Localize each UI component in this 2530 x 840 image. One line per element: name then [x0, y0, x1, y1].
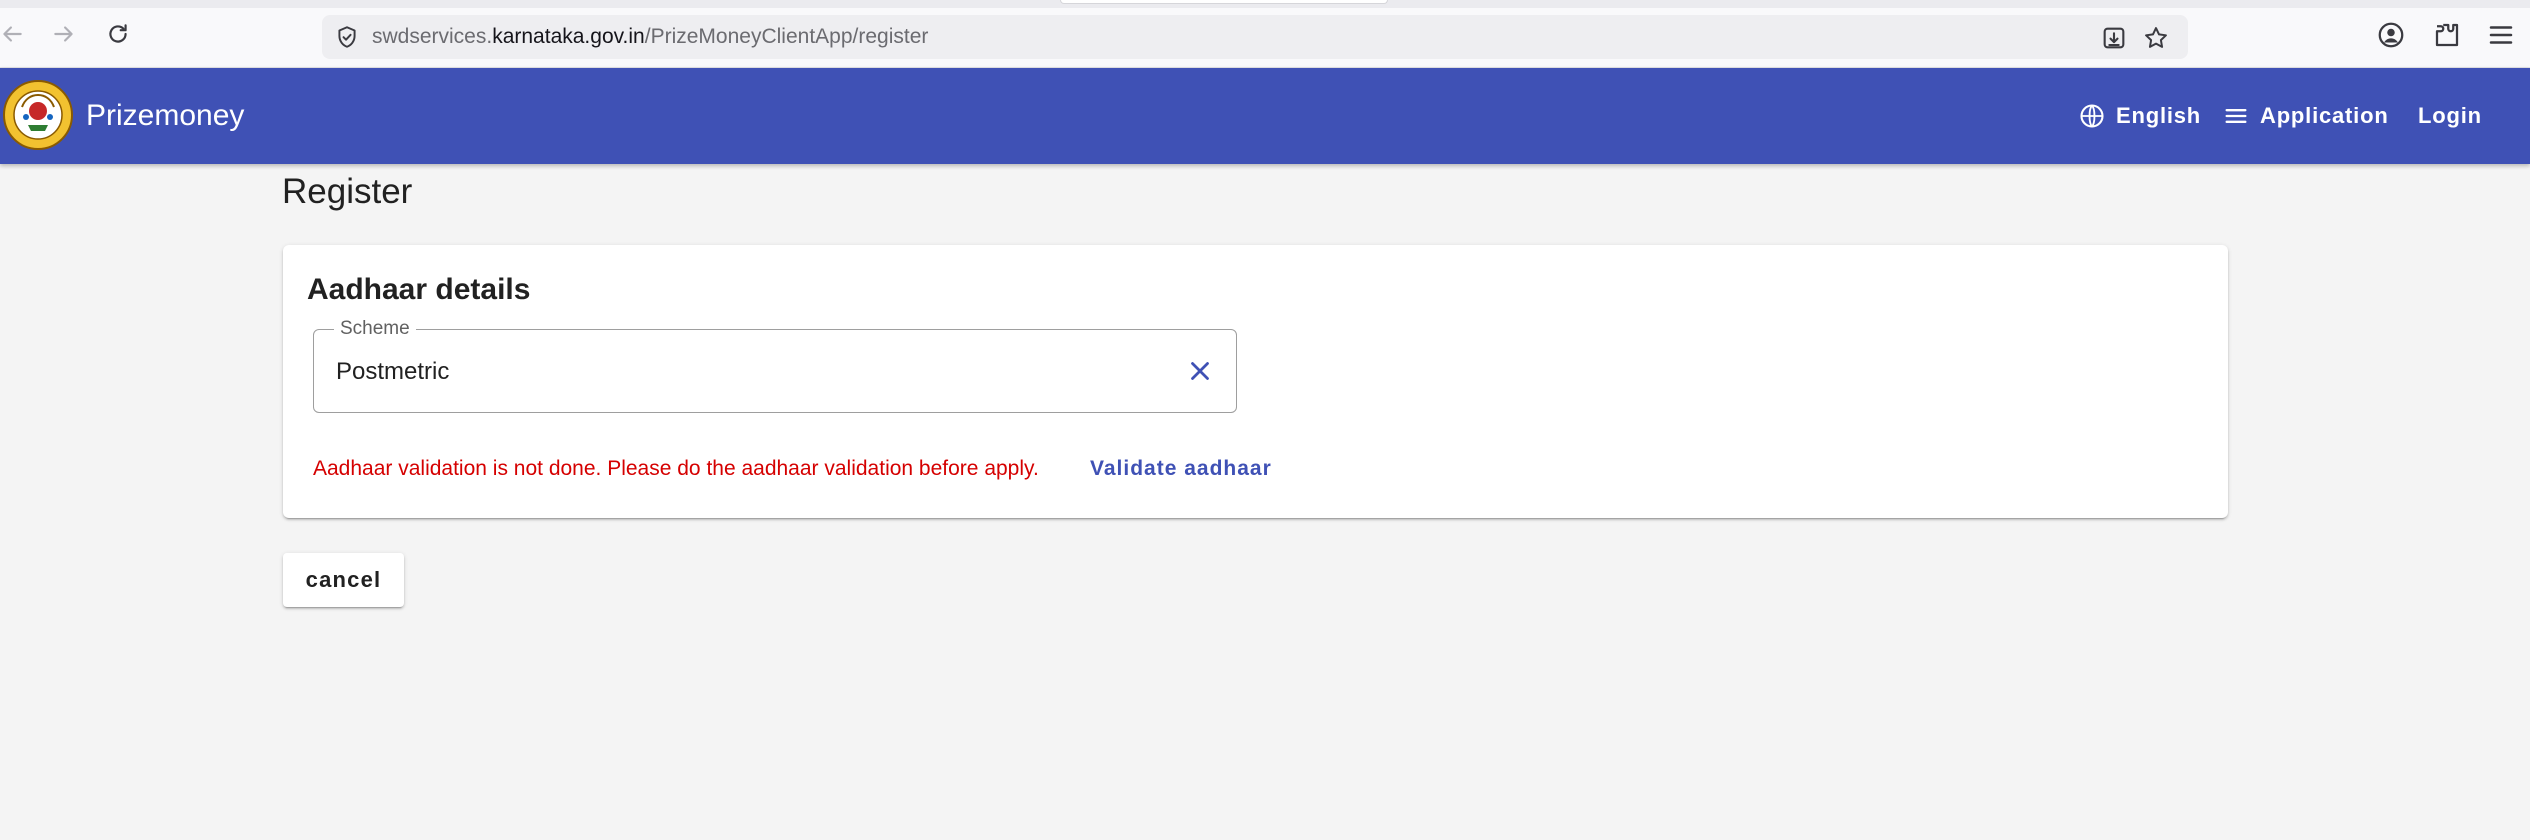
app-header: Prizemoney English Application Login: [0, 68, 2530, 164]
bookmark-star-icon[interactable]: [2142, 24, 2170, 52]
login-button[interactable]: Login: [2418, 68, 2482, 164]
aadhaar-validation-error: Aadhaar validation is not done. Please d…: [313, 457, 1039, 480]
url-path: /PrizeMoneyClientApp/register: [644, 25, 929, 48]
cancel-button[interactable]: cancel: [283, 553, 404, 607]
application-label: Application: [2260, 103, 2389, 128]
download-page-icon[interactable]: [2100, 24, 2128, 52]
reload-icon: [109, 24, 127, 43]
clear-scheme-button[interactable]: [1182, 353, 1218, 389]
karnataka-emblem-logo[interactable]: [2, 77, 74, 153]
scheme-selected-value[interactable]: Postmetric: [336, 330, 449, 414]
arrow-left-icon: [3, 26, 22, 42]
close-icon: [1191, 362, 1209, 380]
scheme-select-field[interactable]: Scheme Postmetric: [313, 318, 1237, 414]
aadhaar-details-card: Aadhaar details Scheme Postmetric Aadhaa…: [283, 245, 2228, 518]
language-label: English: [2116, 103, 2202, 128]
login-label: Login: [2418, 103, 2482, 128]
arrow-right-icon: [54, 26, 73, 42]
language-menu[interactable]: English: [2078, 68, 2201, 164]
forward-button[interactable]: [48, 18, 80, 50]
url-domain: karnataka.gov.in: [492, 25, 645, 48]
card-title: Aadhaar details: [307, 273, 531, 306]
account-icon[interactable]: [2376, 20, 2406, 50]
validate-aadhaar-button[interactable]: Validate aadhaar: [1082, 451, 1280, 487]
extensions-icon[interactable]: [2432, 20, 2462, 50]
list-menu-icon: [2225, 109, 2247, 124]
browser-tab-edge[interactable]: [1060, 0, 1388, 4]
reload-button[interactable]: [102, 18, 134, 50]
menu-icon[interactable]: [2486, 20, 2516, 50]
address-bar[interactable]: swdservices.karnataka.gov.in/PrizeMoneyC…: [322, 15, 2188, 59]
url-text[interactable]: swdservices.karnataka.gov.in/PrizeMoneyC…: [372, 15, 928, 59]
globe-icon: [2080, 104, 2104, 128]
browser-toolbar: swdservices.karnataka.gov.in/PrizeMoneyC…: [0, 0, 2530, 68]
url-prefix: swdservices.: [372, 25, 493, 48]
app-brand-title[interactable]: Prizemoney: [86, 68, 244, 164]
application-menu[interactable]: Application: [2222, 68, 2389, 164]
shield-icon[interactable]: [334, 24, 360, 50]
back-button[interactable]: [0, 18, 28, 50]
page-title: Register: [282, 172, 413, 211]
